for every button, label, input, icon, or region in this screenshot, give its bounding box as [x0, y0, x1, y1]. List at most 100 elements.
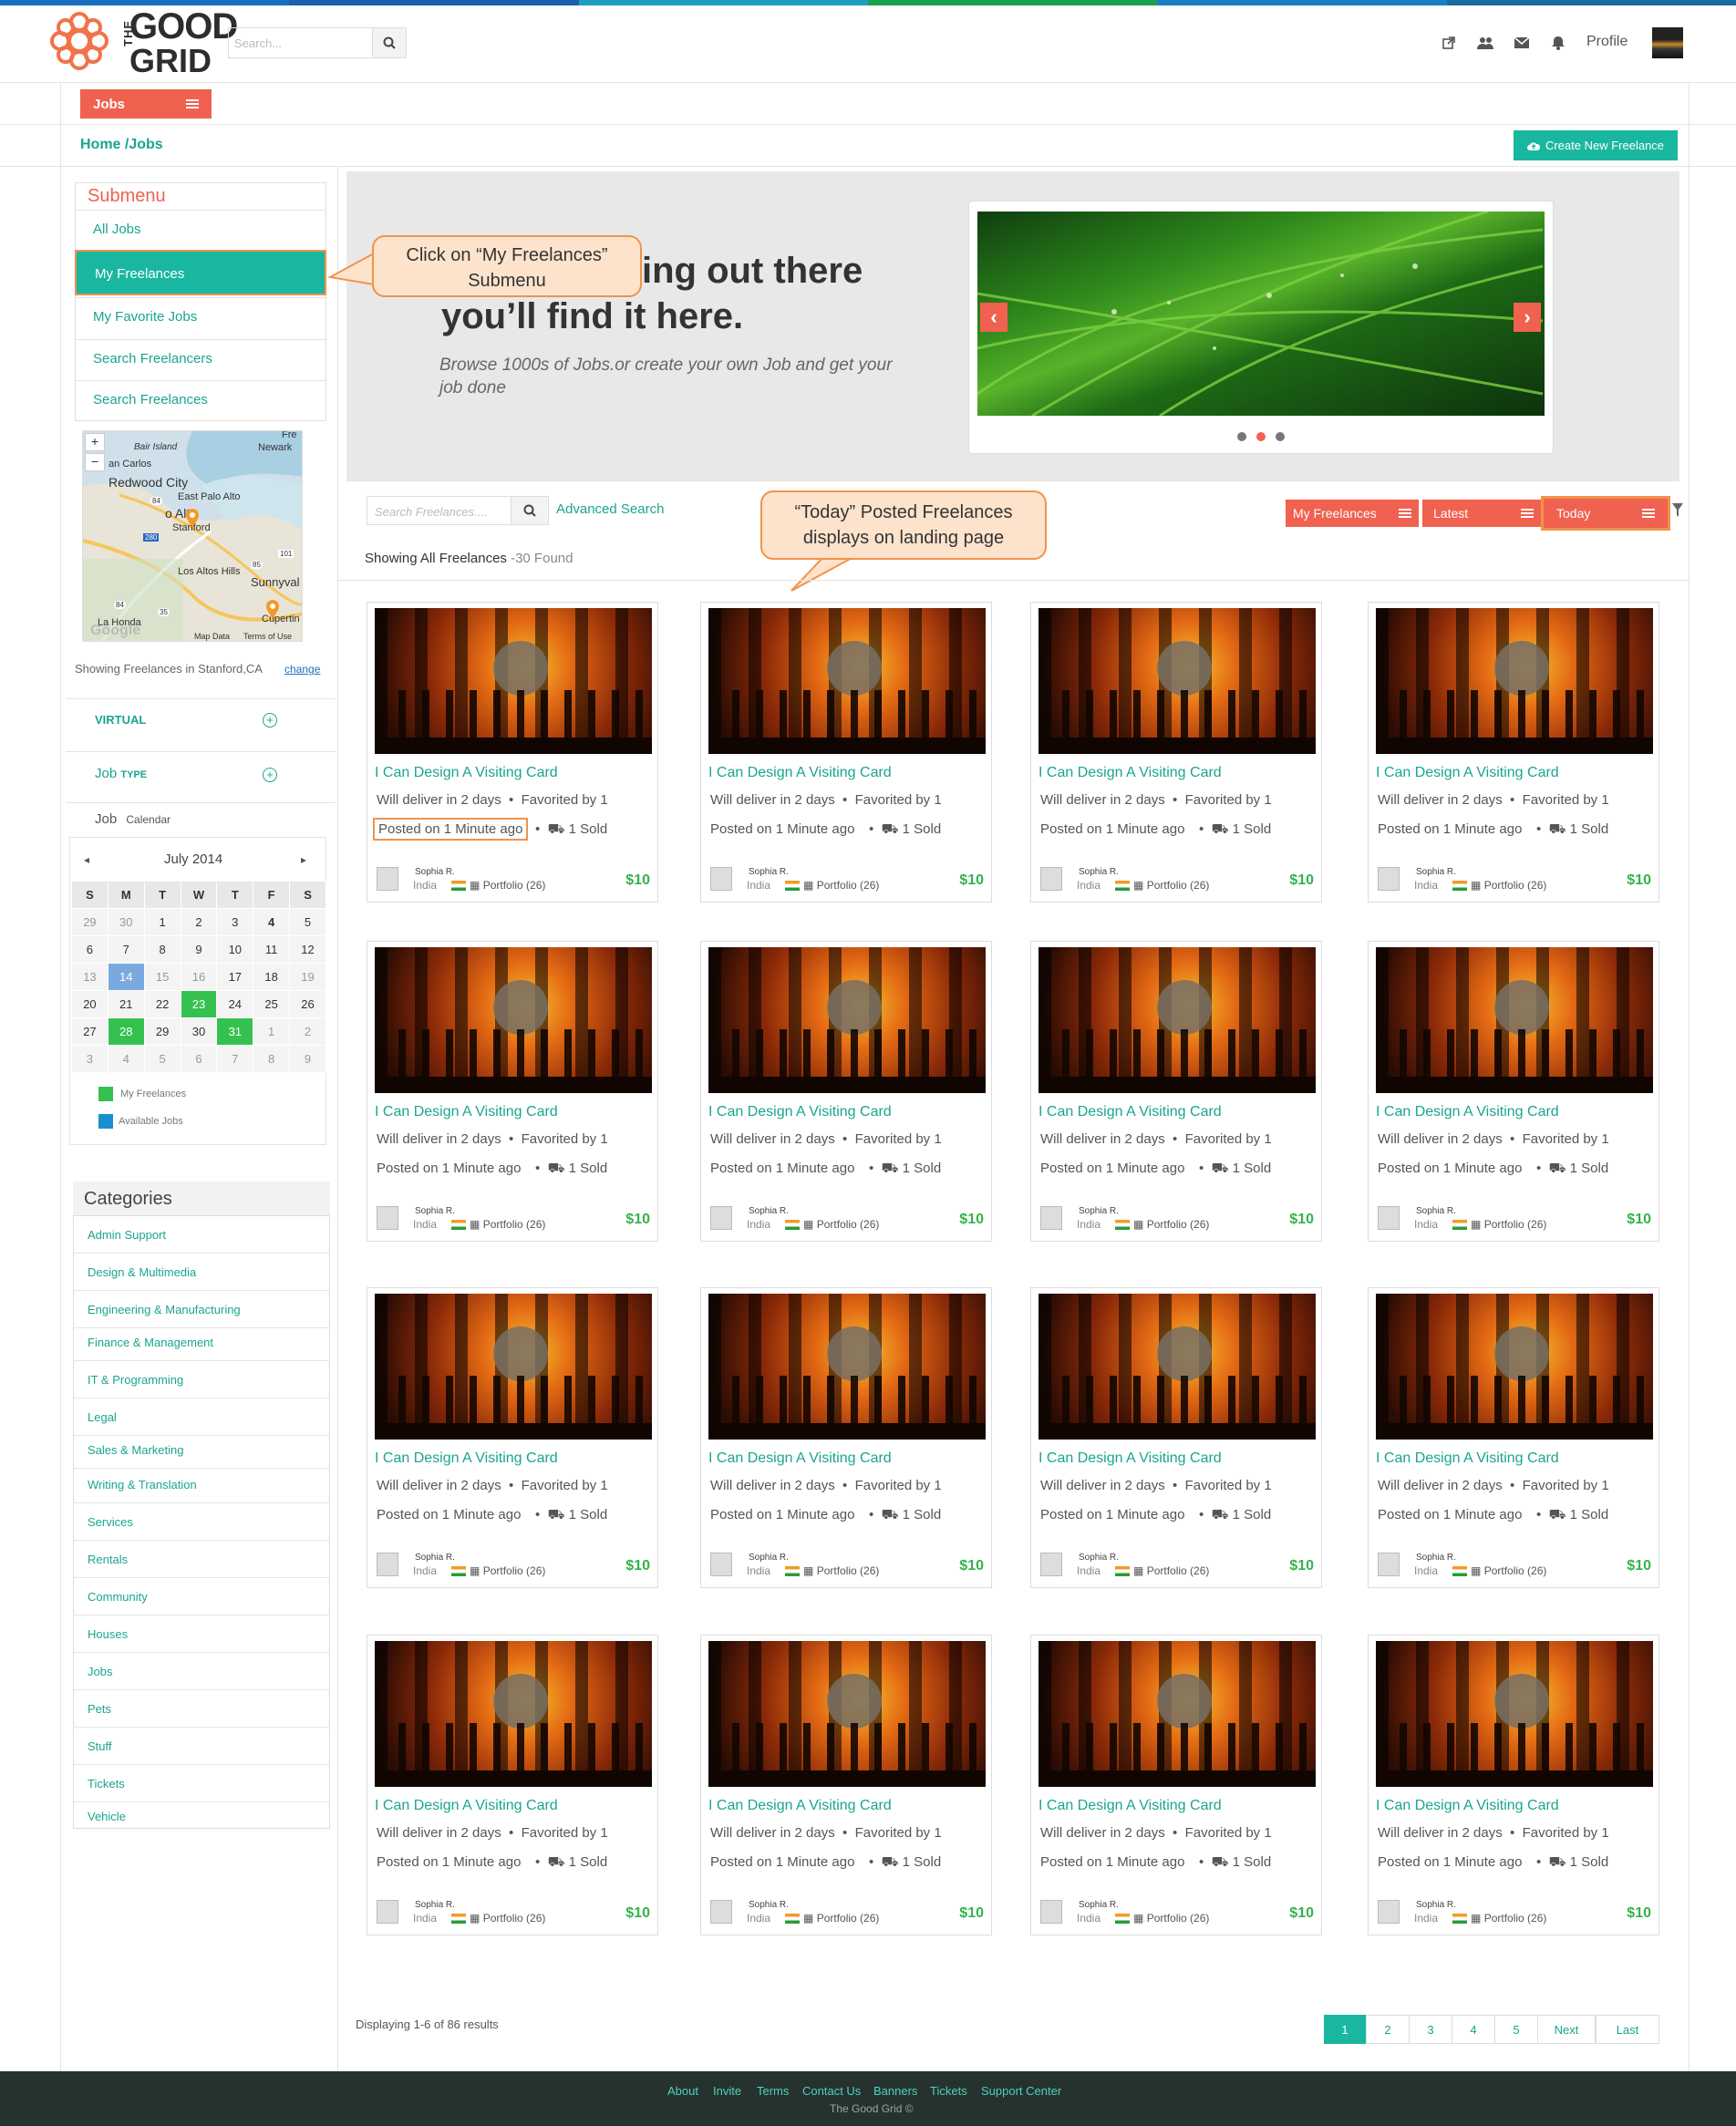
seller-portfolio[interactable]: ▦ Portfolio (26) [1471, 879, 1546, 892]
freelance-card-title[interactable]: I Can Design A Visiting Card [708, 1104, 892, 1120]
calendar-day[interactable]: 29 [71, 908, 108, 936]
calendar-day[interactable]: 12 [289, 935, 326, 964]
page-button-1[interactable]: 1 [1324, 2015, 1366, 2044]
calendar-day[interactable]: 2 [180, 908, 218, 936]
seller-name[interactable]: Sophia R. [415, 1553, 455, 1563]
page-next-button[interactable]: Next [1537, 2015, 1596, 2044]
freelance-card[interactable]: I Can Design A Visiting Card Will delive… [367, 602, 658, 903]
location-map[interactable]: + − Bair Island Newark Fre an Carlos Red… [82, 430, 303, 642]
users-icon[interactable] [1475, 33, 1495, 53]
freelance-card-image[interactable] [1376, 1641, 1653, 1787]
freelance-card-image[interactable] [375, 608, 652, 754]
seller-portfolio[interactable]: ▦ Portfolio (26) [803, 1218, 879, 1231]
freelance-card[interactable]: I Can Design A Visiting Card Will delive… [1030, 941, 1322, 1242]
calendar-day[interactable]: 18 [253, 963, 291, 991]
category-link[interactable]: Design & Multimedia [73, 1254, 330, 1291]
calendar-day[interactable]: 29 [143, 1017, 181, 1046]
freelance-card-image[interactable] [1376, 1294, 1653, 1440]
category-link[interactable]: Engineering & Manufacturing [73, 1291, 330, 1328]
envelope-icon[interactable] [1512, 33, 1532, 53]
freelance-card-title[interactable]: I Can Design A Visiting Card [1038, 765, 1222, 781]
bell-icon[interactable] [1548, 33, 1568, 53]
freelance-card-title[interactable]: I Can Design A Visiting Card [708, 1450, 892, 1467]
footer-link-banners[interactable]: Banners [873, 2084, 917, 2098]
seller-portfolio[interactable]: ▦ Portfolio (26) [1133, 1218, 1209, 1231]
freelance-card-image[interactable] [1376, 947, 1653, 1093]
filter-my-freelances-dropdown[interactable]: My Freelances [1286, 500, 1419, 527]
slider-prev-button[interactable]: ‹ [980, 303, 1008, 332]
seller-portfolio[interactable]: ▦ Portfolio (26) [803, 1912, 879, 1925]
submenu-item-all-jobs[interactable]: All Jobs [75, 210, 326, 250]
map-zoom-out-button[interactable]: − [85, 453, 105, 471]
map-pin-icon[interactable] [185, 508, 200, 528]
calendar-day[interactable]: 7 [216, 1045, 254, 1073]
seller-portfolio[interactable]: ▦ Portfolio (26) [470, 1564, 545, 1577]
filter-today-dropdown[interactable]: Today [1541, 496, 1670, 531]
category-link[interactable]: Sales & Marketing [73, 1431, 330, 1469]
category-link[interactable]: Stuff [73, 1728, 330, 1765]
freelance-card-image[interactable] [708, 1294, 986, 1440]
freelance-card-image[interactable] [375, 1641, 652, 1787]
freelance-card[interactable]: I Can Design A Visiting Card Will delive… [367, 941, 658, 1242]
category-link[interactable]: Jobs [73, 1653, 330, 1690]
freelance-card[interactable]: I Can Design A Visiting Card Will delive… [1030, 602, 1322, 903]
category-link[interactable]: IT & Programming [73, 1361, 330, 1398]
profile-link[interactable]: Profile [1586, 34, 1628, 50]
seller-portfolio[interactable]: ▦ Portfolio (26) [1133, 879, 1209, 892]
calendar-day[interactable]: 30 [107, 908, 145, 936]
calendar-next-button[interactable]: ▸ [301, 853, 306, 866]
slider-dot[interactable] [1276, 432, 1285, 441]
seller-name[interactable]: Sophia R. [749, 1553, 789, 1563]
seller-name[interactable]: Sophia R. [415, 1206, 455, 1216]
seller-name[interactable]: Sophia R. [1079, 1900, 1119, 1910]
category-link[interactable]: Legal [73, 1398, 330, 1436]
expand-job-type-icon[interactable]: + [263, 768, 277, 782]
header-search-button[interactable] [372, 27, 407, 58]
seller-portfolio[interactable]: ▦ Portfolio (26) [803, 1564, 879, 1577]
footer-link-about[interactable]: About [667, 2084, 698, 2098]
seller-avatar[interactable] [1378, 1206, 1400, 1230]
calendar-day[interactable]: 21 [107, 990, 145, 1018]
calendar-day[interactable]: 10 [216, 935, 254, 964]
submenu-item-search-freelancers[interactable]: Search Freelancers [75, 339, 326, 379]
seller-name[interactable]: Sophia R. [1416, 1206, 1456, 1216]
header-search-input[interactable]: Search... [228, 27, 374, 58]
freelance-card[interactable]: I Can Design A Visiting Card Will delive… [1368, 941, 1659, 1242]
seller-avatar[interactable] [377, 1206, 398, 1230]
calendar-day[interactable]: 24 [216, 990, 254, 1018]
seller-portfolio[interactable]: ▦ Portfolio (26) [1471, 1218, 1546, 1231]
seller-avatar[interactable] [710, 1206, 732, 1230]
submenu-item-my-favorite-jobs[interactable]: My Favorite Jobs [75, 297, 326, 337]
calendar-day[interactable]: 8 [143, 935, 181, 964]
calendar-day[interactable]: 8 [253, 1045, 291, 1073]
change-location-link[interactable]: change [284, 663, 320, 676]
footer-link-contact-us[interactable]: Contact Us [802, 2084, 861, 2098]
freelance-card-image[interactable] [1038, 947, 1316, 1093]
freelance-card-title[interactable]: I Can Design A Visiting Card [1038, 1798, 1222, 1814]
freelance-card-title[interactable]: I Can Design A Visiting Card [1376, 1450, 1559, 1467]
freelance-card[interactable]: I Can Design A Visiting Card Will delive… [1368, 1287, 1659, 1588]
seller-avatar[interactable] [377, 867, 398, 891]
avatar[interactable] [1652, 27, 1683, 58]
seller-name[interactable]: Sophia R. [749, 1206, 789, 1216]
calendar-day-my-freelance[interactable]: 23 [180, 990, 218, 1018]
category-link[interactable]: Finance & Management [73, 1324, 330, 1361]
seller-name[interactable]: Sophia R. [1079, 1206, 1119, 1216]
category-link[interactable]: Services [73, 1503, 330, 1541]
calendar-day[interactable]: 15 [143, 963, 181, 991]
freelance-card-title[interactable]: I Can Design A Visiting Card [708, 765, 892, 781]
calendar-day[interactable]: 9 [180, 935, 218, 964]
freelance-card-image[interactable] [1038, 1294, 1316, 1440]
calendar-day[interactable]: 30 [180, 1017, 218, 1046]
freelance-card-title[interactable]: I Can Design A Visiting Card [1376, 765, 1559, 781]
calendar-day-my-freelance[interactable]: 31 [216, 1017, 254, 1046]
category-link[interactable]: Community [73, 1578, 330, 1615]
freelance-card-image[interactable] [1038, 608, 1316, 754]
category-link[interactable]: Tickets [73, 1765, 330, 1802]
calendar-day[interactable]: 11 [253, 935, 291, 964]
seller-avatar[interactable] [1040, 1206, 1062, 1230]
freelance-card[interactable]: I Can Design A Visiting Card Will delive… [1030, 1635, 1322, 1935]
freelance-card-title[interactable]: I Can Design A Visiting Card [375, 1798, 558, 1814]
calendar-day[interactable]: 17 [216, 963, 254, 991]
filter-funnel-icon[interactable] [1672, 503, 1683, 518]
